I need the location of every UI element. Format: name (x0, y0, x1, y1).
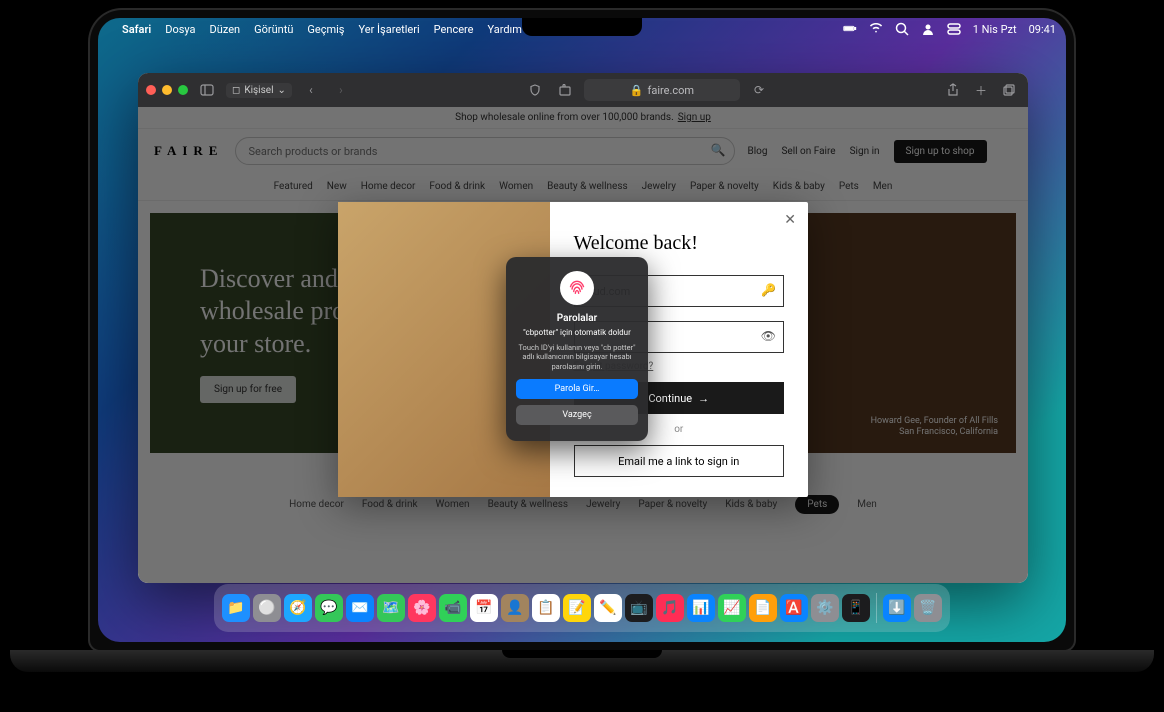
menubar-item[interactable]: Geçmiş (307, 23, 344, 36)
address-text: faire.com (648, 84, 695, 97)
safari-profile-chip[interactable]: ◻ Kişisel ⌄ (226, 83, 292, 98)
macbook-hinge-notch (502, 650, 662, 658)
window-zoom-button[interactable] (178, 85, 188, 95)
window-close-button[interactable] (146, 85, 156, 95)
window-minimize-button[interactable] (162, 85, 172, 95)
safari-toolbar: ◻ Kişisel ⌄ ‹ › 🔒 faire.com ⟳ ＋ (138, 73, 1028, 107)
menubar-item[interactable]: Görüntü (254, 23, 293, 36)
key-icon[interactable]: 🔑 (761, 283, 776, 297)
tabs-overview-button[interactable] (998, 79, 1020, 101)
dock-app-contacts[interactable]: 👤 (501, 594, 529, 622)
dock-app-keynote[interactable]: 📊 (687, 594, 715, 622)
cancel-button[interactable]: Vazgeç (516, 405, 638, 425)
battery-icon[interactable] (843, 22, 857, 36)
nav-back-button[interactable]: ‹ (300, 79, 322, 101)
dock-trash[interactable]: 🗑️ (914, 594, 942, 622)
enter-password-button[interactable]: Parola Gir… (516, 379, 638, 399)
profile-avatar-icon: ◻ (232, 85, 240, 96)
dock-app-launchpad[interactable]: ⚪ (253, 594, 281, 622)
dock-app-appstore[interactable]: 🅰️ (780, 594, 808, 622)
sidebar-toggle-icon[interactable] (196, 79, 218, 101)
dock-app-finder[interactable]: 📁 (222, 594, 250, 622)
continue-label: Continue (648, 392, 692, 405)
menubar-item[interactable]: Yer İşaretleri (359, 23, 420, 36)
dock-downloads[interactable]: ⬇️ (883, 594, 911, 622)
dock-app-reminders[interactable]: 📋 (532, 594, 560, 622)
arrow-right-icon: → (698, 392, 709, 405)
menubar-item[interactable]: Dosya (165, 23, 195, 36)
menubar-date[interactable]: 1 Nis Pzt (973, 23, 1017, 36)
system-password-sheet: Parolalar "cbpotter" için otomatik doldu… (506, 257, 648, 441)
dock-app-freeform[interactable]: ✏️ (594, 594, 622, 622)
menubar-time[interactable]: 09:41 (1029, 23, 1056, 36)
profile-label: Kişisel (244, 85, 273, 96)
control-center-icon[interactable] (947, 22, 961, 36)
dock-app-calendar[interactable]: 📅 (470, 594, 498, 622)
chevron-down-icon: ⌄ (278, 85, 286, 96)
sheet-title: Parolalar (516, 313, 638, 324)
dock-app-music[interactable]: 🎵 (656, 594, 684, 622)
wifi-icon[interactable] (869, 22, 883, 36)
user-switch-icon[interactable] (921, 22, 935, 36)
eye-off-icon[interactable]: 👁 (761, 329, 776, 343)
window-traffic-lights (146, 85, 188, 95)
dock-app-notes[interactable]: 📝 (563, 594, 591, 622)
spotlight-icon[interactable] (895, 22, 909, 36)
privacy-report-icon[interactable] (524, 79, 546, 101)
dock: 📁⚪🧭💬✉️🗺️🌸📹📅👤📋📝✏️📺🎵📊📈📄🅰️⚙️📱 ⬇️🗑️ (214, 584, 950, 632)
close-icon[interactable]: ✕ (784, 212, 796, 228)
dock-app-tv[interactable]: 📺 (625, 594, 653, 622)
dock-app-pages[interactable]: 📄 (749, 594, 777, 622)
dock-app-numbers[interactable]: 📈 (718, 594, 746, 622)
dock-app-mail[interactable]: ✉️ (346, 594, 374, 622)
dock-app-settings[interactable]: ⚙️ (811, 594, 839, 622)
login-title: Welcome back! (574, 232, 785, 255)
dock-app-messages[interactable]: 💬 (315, 594, 343, 622)
menubar-item[interactable]: Düzen (210, 23, 241, 36)
extensions-icon[interactable] (554, 79, 576, 101)
address-bar[interactable]: 🔒 faire.com (584, 79, 740, 101)
dock-app-facetime[interactable]: 📹 (439, 594, 467, 622)
sheet-description: Touch ID'yi kullanın veya "cb potter" ad… (516, 343, 638, 371)
nav-forward-button[interactable]: › (330, 79, 352, 101)
macbook-notch (522, 18, 642, 36)
dock-app-photos[interactable]: 🌸 (408, 594, 436, 622)
menubar-app-name[interactable]: Safari (122, 23, 151, 36)
dock-separator (876, 593, 877, 623)
sheet-subtitle: "cbpotter" için otomatik doldur (516, 328, 638, 337)
menubar-item[interactable]: Pencere (434, 23, 474, 36)
lock-icon: 🔒 (630, 84, 644, 97)
share-button[interactable] (942, 79, 964, 101)
safari-window: ◻ Kişisel ⌄ ‹ › 🔒 faire.com ⟳ ＋ (138, 73, 1028, 583)
email-link-button[interactable]: Email me a link to sign in (574, 445, 785, 477)
page-content: Shop wholesale online from over 100,000 … (138, 107, 1028, 583)
menubar-item[interactable]: Yardım (488, 23, 522, 36)
reload-button[interactable]: ⟳ (748, 79, 770, 101)
touchid-icon (560, 271, 594, 305)
new-tab-button[interactable]: ＋ (970, 79, 992, 101)
dock-app-maps[interactable]: 🗺️ (377, 594, 405, 622)
dock-app-safari[interactable]: 🧭 (284, 594, 312, 622)
dock-app-iphone-mirroring[interactable]: 📱 (842, 594, 870, 622)
